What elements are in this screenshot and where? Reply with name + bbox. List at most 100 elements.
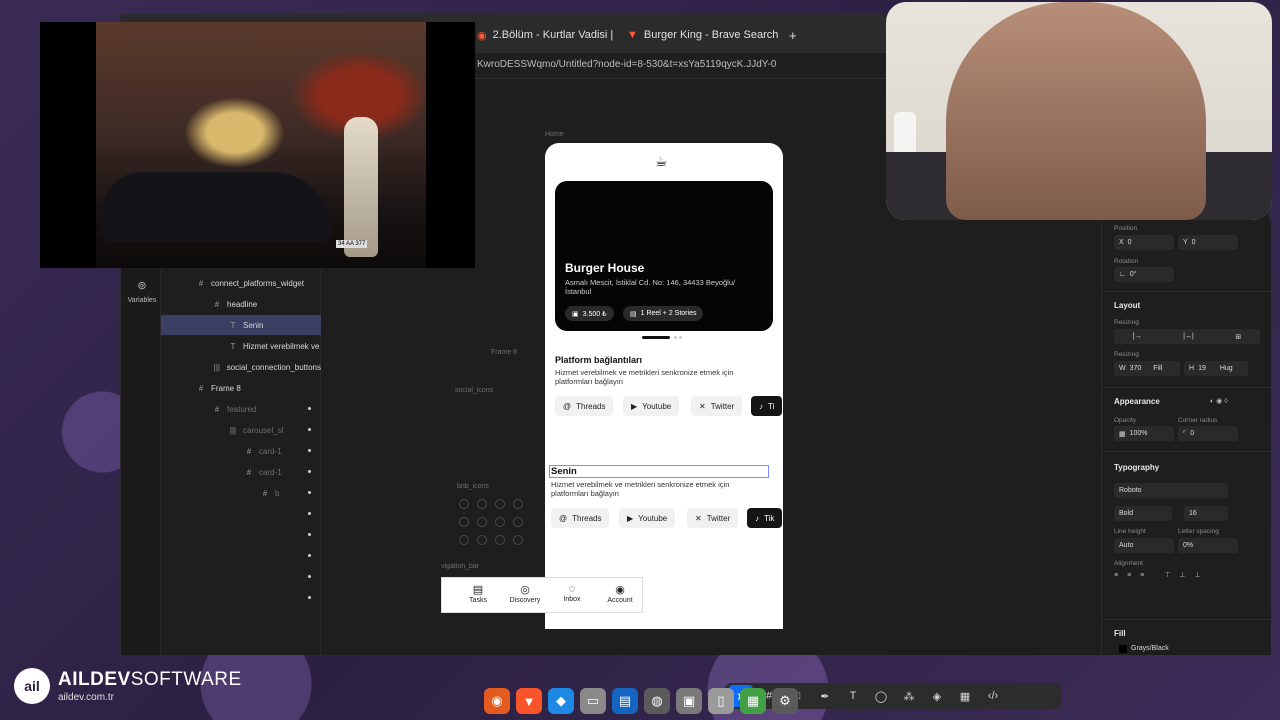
fixed-width-icon[interactable]: |→ xyxy=(1133,333,1142,340)
prototype-mode-icon[interactable]: ▦ xyxy=(953,685,977,707)
new-tab-button[interactable]: + xyxy=(789,23,797,47)
app-icon[interactable]: ▣ xyxy=(676,688,702,714)
brand-name: AILDEVSOFTWARE xyxy=(58,669,242,690)
frame-label-home[interactable]: Home xyxy=(545,131,564,138)
layer-headline[interactable]: # headline xyxy=(161,294,321,314)
threads-button-2[interactable]: @ Threads xyxy=(551,508,610,528)
layer-row[interactable] xyxy=(161,546,321,566)
typography-heading: Typography xyxy=(1114,463,1160,472)
layer-carousel[interactable]: ||| carousel_sl xyxy=(161,420,321,440)
height-field[interactable]: H 19 Hug xyxy=(1184,361,1248,376)
resizing-toggle[interactable]: |→ |↔| ⊞ xyxy=(1114,329,1260,344)
globe-icon[interactable]: ◍ xyxy=(644,688,670,714)
layer-b[interactable]: # b xyxy=(161,483,321,503)
frame-label-frame-8[interactable]: Frame 8 xyxy=(491,349,517,356)
visibility-dot xyxy=(308,470,311,473)
document-icon[interactable]: ▤ xyxy=(612,688,638,714)
layer-senin[interactable]: T Senin xyxy=(161,315,321,335)
y-field[interactable]: Y0 xyxy=(1178,235,1238,250)
home-frame[interactable]: ☕ Burger House Asmalı Mescit, İstiklal C… xyxy=(545,143,783,629)
brave-icon[interactable]: ▼ xyxy=(516,688,542,714)
angle-icon: ∟ xyxy=(1119,271,1126,278)
layer-row[interactable] xyxy=(161,588,321,608)
frame-label-navigation-bar[interactable]: vigation_bar xyxy=(441,563,479,570)
pen-tool-icon[interactable]: ✒ xyxy=(813,685,837,707)
layer-hizmet-text[interactable]: T Hizmet verebilmek ve xyxy=(161,336,321,356)
fill-width-icon[interactable]: ⊞ xyxy=(1235,333,1241,341)
tab-burger-king-search[interactable]: ▼ Burger King - Brave Search xyxy=(627,23,778,47)
fill-style[interactable]: Grays/Black xyxy=(1114,641,1224,656)
frame-label-bnb-icons[interactable]: bnb_icons xyxy=(457,483,489,490)
chat-icon: ◌ xyxy=(568,583,576,595)
firefox-icon[interactable]: ◉ xyxy=(484,688,510,714)
font-family-select[interactable]: Roboto xyxy=(1114,483,1228,498)
components-tool-icon[interactable]: ⁂ xyxy=(897,685,921,707)
tiktok-icon: ♪ xyxy=(755,513,759,523)
x-field[interactable]: X0 xyxy=(1114,235,1174,250)
frame-label-social-icons[interactable]: social_icons xyxy=(455,387,493,394)
hug-width-icon[interactable]: |↔| xyxy=(1183,333,1194,340)
x-icon: ✕ xyxy=(699,401,706,411)
dev-mode-icon[interactable]: ‹/› xyxy=(981,685,1005,707)
rotation-field[interactable]: ∟ 0° xyxy=(1114,267,1174,282)
corner-radius-heading: Corner radius xyxy=(1178,417,1218,424)
license-plate: 34 AA 377 xyxy=(336,240,368,248)
font-weight-select[interactable]: Bold xyxy=(1114,506,1172,521)
nav-tasks[interactable]: ▤ Tasks xyxy=(458,583,498,604)
threads-button[interactable]: @ Threads xyxy=(555,396,614,416)
left-rail: ⊚ Variables xyxy=(121,269,161,655)
layer-card-1b[interactable]: # card-1 xyxy=(161,462,321,482)
nav-account[interactable]: ◉ Account xyxy=(600,583,640,604)
brand-logo: ail xyxy=(14,668,50,704)
layer-frame-8[interactable]: # Frame 8 xyxy=(161,378,321,398)
layer-row[interactable] xyxy=(161,504,321,524)
settings-icon[interactable]: ⚙ xyxy=(772,688,798,714)
tiktok-button-2[interactable]: ♪ Tik xyxy=(747,508,783,528)
text-align-icons[interactable]: ≡≡≡ ⊤⊥⊥ xyxy=(1114,571,1210,579)
layer-connect-platforms-widget[interactable]: # connect_platforms_widget xyxy=(161,273,321,293)
opacity-field[interactable]: ▦ 100% xyxy=(1114,426,1174,441)
layer-card-1[interactable]: # card-1 xyxy=(161,441,321,461)
person-head xyxy=(946,2,1206,220)
layer-row[interactable] xyxy=(161,567,321,587)
resizing-heading-2: Resizing xyxy=(1114,351,1139,358)
section-desc-2: Hizmet verebilmek ve metrikleri senkroni… xyxy=(551,480,730,498)
layer-featured[interactable]: # featured xyxy=(161,399,321,419)
comment-tool-icon[interactable]: ◯ xyxy=(869,685,893,707)
files-icon[interactable]: ▭ xyxy=(580,688,606,714)
url-text: KwroDESSWqmo/Untitled?node-id=8-530&t=xs… xyxy=(477,59,777,70)
tiktok-button[interactable]: ♪ Ti xyxy=(751,396,783,416)
featured-card[interactable]: Burger House Asmalı Mescit, İstiklal Cd.… xyxy=(555,181,773,331)
letter-spacing-field[interactable]: 0% xyxy=(1178,538,1238,553)
tab-kurtlar-vadisi[interactable]: ◉ 2.Bölüm - Kurtlar Vadisi | xyxy=(477,23,613,47)
layer-social-connection-buttons[interactable]: ||| social_connection_buttons xyxy=(161,357,321,377)
brand-watermark: ail AILDEVSOFTWARE aildev.com.tr xyxy=(14,668,242,704)
tiktok-icon: ♪ xyxy=(759,401,763,411)
twitter-button[interactable]: ✕ Twitter xyxy=(691,396,743,416)
font-size-select[interactable]: 16 xyxy=(1184,506,1228,521)
variables-icon[interactable]: ⊚ xyxy=(125,279,159,292)
vscode-icon[interactable]: ◆ xyxy=(548,688,574,714)
eye-icon[interactable]: ◐ ◉ ◊ xyxy=(1210,397,1228,405)
usb-icon[interactable]: ▯ xyxy=(708,688,734,714)
navigation-bar[interactable]: ▤ Tasks ◎ Discovery ◌ Inbox ◉ Account xyxy=(441,577,643,613)
nav-discovery[interactable]: ◎ Discovery xyxy=(505,583,545,604)
nav-inbox[interactable]: ◌ Inbox xyxy=(552,583,592,603)
layer-row[interactable] xyxy=(161,525,321,545)
youtube-button[interactable]: ▶ Youtube xyxy=(623,396,680,416)
brand-url: aildev.com.tr xyxy=(58,692,114,703)
frame-icon: # xyxy=(246,446,252,456)
design-mode-icon[interactable]: ◈ xyxy=(925,685,949,707)
text-tool-icon[interactable]: T xyxy=(841,685,865,707)
visibility-dot xyxy=(308,533,311,536)
line-height-field[interactable]: Auto xyxy=(1114,538,1174,553)
corner-radius-field[interactable]: ⌜ 0 xyxy=(1178,426,1238,441)
width-field[interactable]: W 370 Fill xyxy=(1114,361,1180,376)
youtube-button-2[interactable]: ▶ Youtube xyxy=(619,508,676,528)
calculator-icon[interactable]: ▦ xyxy=(740,688,766,714)
frame-icon: # xyxy=(198,383,204,393)
selected-text-senin[interactable]: Senin xyxy=(551,466,577,477)
taskbar-dock: ◉ ▼ ◆ ▭ ▤ ◍ ▣ ▯ ▦ ⚙ xyxy=(480,686,800,716)
app-logo-icon: ☕ xyxy=(655,153,668,169)
twitter-button-2[interactable]: ✕ Twitter xyxy=(687,508,739,528)
